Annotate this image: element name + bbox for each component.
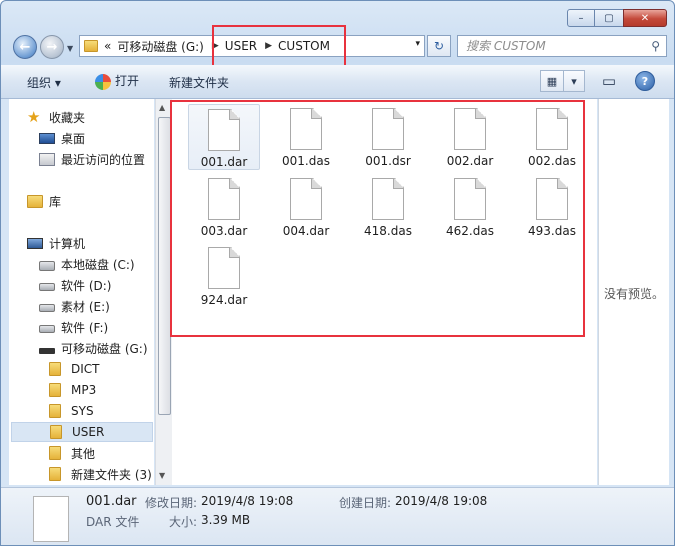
star-icon: ★ <box>27 108 41 126</box>
search-input[interactable] <box>464 38 648 54</box>
nav-item-drive-e[interactable]: 素材 (E:) <box>39 296 110 316</box>
details-created-value: 2019/4/8 19:08 <box>395 494 488 508</box>
recent-pages-dropdown[interactable]: ▼ <box>67 44 73 53</box>
folder-icon <box>49 404 61 418</box>
nav-item-desktop[interactable]: 桌面 <box>39 128 85 148</box>
drive-icon <box>39 283 55 291</box>
folder-icon <box>49 362 61 376</box>
library-icon <box>27 194 43 208</box>
folder-icon <box>84 40 98 52</box>
address-overflow[interactable]: « <box>104 39 111 53</box>
help-button[interactable]: ? <box>635 71 655 91</box>
details-created-label: 创建日期: <box>339 496 392 510</box>
search-icon[interactable]: ⚲ <box>651 39 660 53</box>
view-options-button[interactable]: ▦ <box>540 70 564 92</box>
details-file-type: DAR 文件 <box>86 515 140 529</box>
explorer-window: – ▢ ✕ ← → ▼ « 可移动磁盘 (G:) ▶ USER ▶ CUSTOM… <box>0 0 675 546</box>
organize-button[interactable]: 组织 ▾ <box>27 74 61 91</box>
annotation-highlight-files <box>170 100 585 337</box>
no-preview-text: 没有预览。 <box>604 287 665 301</box>
nav-item-dict[interactable]: DICT <box>49 359 100 379</box>
details-pane: 001.dar DAR 文件 修改日期: 2019/4/8 19:08 创建日期… <box>1 487 674 545</box>
help-icon: ? <box>641 74 649 88</box>
nav-item-new-folder-3[interactable]: 新建文件夹 (3) <box>49 464 152 484</box>
file-icon <box>33 496 69 542</box>
details-size-label: 大小: <box>169 515 198 529</box>
computer-icon <box>27 237 43 249</box>
scroll-down-icon[interactable]: ▼ <box>159 471 165 480</box>
chevron-down-icon: ▾ <box>571 74 577 88</box>
desktop-icon <box>39 132 55 144</box>
folder-icon <box>49 467 61 481</box>
open-app-icon <box>95 73 111 90</box>
nav-item-user[interactable]: USER <box>11 422 153 442</box>
forward-button[interactable]: → <box>40 35 64 59</box>
breadcrumb-drive[interactable]: 可移动磁盘 (G:) <box>117 38 204 55</box>
caption-buttons: – ▢ ✕ <box>567 9 667 27</box>
new-folder-button[interactable]: 新建文件夹 <box>169 74 229 91</box>
details-modified-value: 2019/4/8 19:08 <box>201 494 294 508</box>
details-file-name: 001.dar <box>86 494 137 509</box>
drive-icon <box>39 325 55 333</box>
navigation-pane: ★ 收藏夹 桌面 最近访问的位置 库 计算机 本地磁盘 (C:) 软件 (D:) … <box>9 99 154 485</box>
nav-item-sys[interactable]: SYS <box>49 401 94 421</box>
nav-item-drive-d[interactable]: 软件 (D:) <box>39 275 111 295</box>
folder-icon <box>50 425 62 439</box>
preview-pane: 没有预览。 <box>598 99 669 485</box>
nav-item-other[interactable]: 其他 <box>49 443 95 463</box>
nav-item-mp3[interactable]: MP3 <box>49 380 96 400</box>
back-button[interactable]: ← <box>13 35 37 59</box>
nav-item-drive-f[interactable]: 软件 (F:) <box>39 317 108 337</box>
preview-pane-icon: ▭ <box>601 72 617 90</box>
close-button[interactable]: ✕ <box>623 9 667 27</box>
nav-item-recent[interactable]: 最近访问的位置 <box>39 149 145 169</box>
details-modified-label: 修改日期: <box>145 496 198 510</box>
view-options-icon: ▦ <box>546 74 558 88</box>
preview-pane-button[interactable]: ▭ <box>597 70 621 92</box>
view-dropdown-button[interactable]: ▾ <box>563 70 585 92</box>
nav-item-drive-c[interactable]: 本地磁盘 (C:) <box>39 254 135 274</box>
scroll-up-icon[interactable]: ▲ <box>159 103 165 112</box>
drive-icon <box>39 304 55 312</box>
search-box[interactable]: ⚲ <box>457 35 667 57</box>
nav-item-favorites[interactable]: ★ 收藏夹 <box>27 107 85 127</box>
system-drive-icon <box>39 260 55 271</box>
nav-item-computer[interactable]: 计算机 <box>27 233 85 253</box>
forward-arrow-icon: → <box>46 39 58 55</box>
nav-item-libraries[interactable]: 库 <box>27 191 61 211</box>
removable-drive-icon <box>39 347 55 354</box>
folder-icon <box>49 383 61 397</box>
maximize-button[interactable]: ▢ <box>594 9 624 27</box>
open-button[interactable]: 打开 <box>95 72 139 90</box>
refresh-icon: ↻ <box>433 39 445 53</box>
folder-icon <box>49 446 61 460</box>
command-bar: 组织 ▾ 打开 新建文件夹 ▦ ▾ ▭ ? <box>1 65 674 99</box>
back-arrow-icon: ← <box>19 39 31 55</box>
nav-item-drive-g[interactable]: 可移动磁盘 (G:) <box>39 338 148 358</box>
refresh-button[interactable]: ↻ <box>427 35 451 57</box>
details-size-value: 3.39 MB <box>201 513 251 527</box>
recent-places-icon <box>39 152 55 166</box>
minimize-button[interactable]: – <box>567 9 595 27</box>
address-dropdown-icon[interactable]: ▾ <box>415 39 420 49</box>
